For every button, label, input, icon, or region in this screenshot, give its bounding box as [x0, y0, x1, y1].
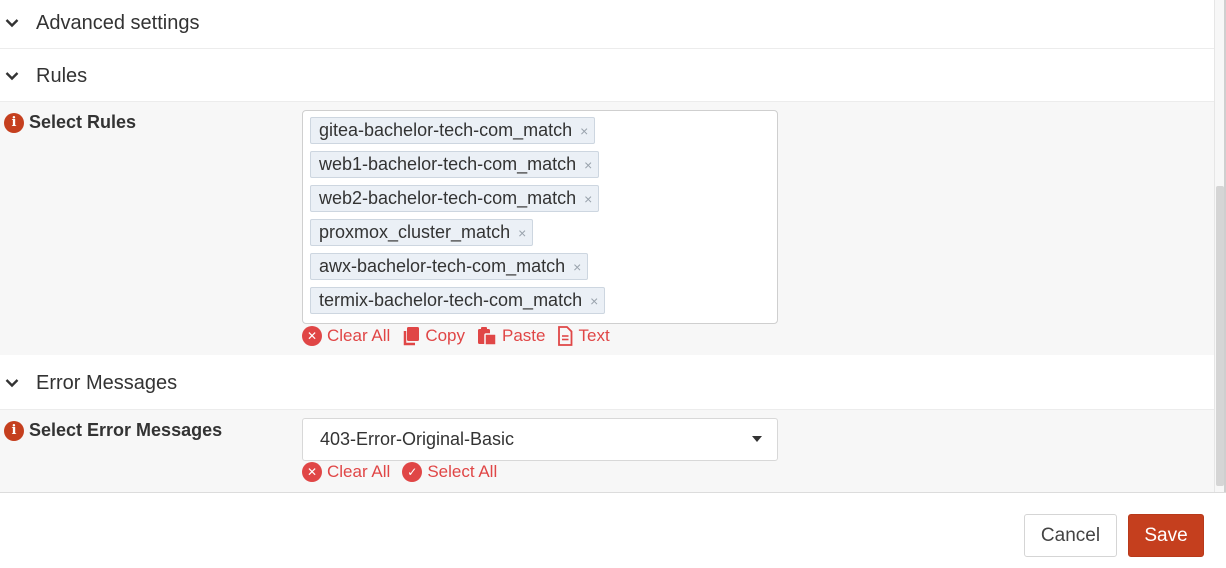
clear-all-errors-button[interactable]: ✕ Clear All	[302, 462, 390, 482]
remove-tag-icon[interactable]: ×	[573, 259, 581, 275]
field-label-text: Select Rules	[29, 112, 137, 132]
rules-actions: ✕ Clear All Copy Paste Text	[302, 326, 622, 346]
rule-tag-label: termix-bachelor-tech-com_match	[319, 290, 583, 310]
rule-tag-label: awx-bachelor-tech-com_match	[319, 256, 566, 276]
section-title: Error Messages	[36, 371, 178, 394]
copy-label: Copy	[425, 326, 465, 345]
scrollbar-thumb[interactable]	[1216, 186, 1224, 486]
clear-all-rules-button[interactable]: ✕ Clear All	[302, 326, 390, 346]
rule-tag-label: proxmox_cluster_match	[319, 222, 511, 242]
error-messages-select[interactable]: 403-Error-Original-Basic	[302, 418, 778, 461]
info-icon[interactable]: i	[4, 112, 24, 133]
select-error-messages-label: i Select Error Messages	[4, 420, 222, 441]
section-advanced-settings[interactable]: Advanced settings	[0, 0, 1214, 46]
settings-panel: Advanced settings Rules i Select Rules g…	[0, 0, 1214, 492]
text-rules-button[interactable]: Text	[557, 326, 610, 346]
chevron-down-icon	[5, 16, 19, 30]
text-label: Text	[578, 326, 610, 345]
clear-all-label: Clear All	[327, 326, 391, 345]
remove-tag-icon[interactable]: ×	[580, 123, 588, 139]
paste-label: Paste	[502, 326, 546, 345]
select-all-label: Select All	[427, 462, 498, 481]
error-actions: ✕ Clear All ✓ Select All	[302, 462, 509, 482]
rule-tag: web1-bachelor-tech-com_match ×	[310, 151, 600, 178]
rules-multiselect[interactable]: gitea-bachelor-tech-com_match × web1-bac…	[302, 110, 778, 324]
check-circle-icon: ✓	[402, 462, 423, 482]
remove-tag-icon[interactable]: ×	[584, 191, 592, 207]
selected-value: 403-Error-Original-Basic	[320, 429, 515, 449]
copy-icon	[402, 326, 420, 346]
select-rules-label: i Select Rules	[4, 112, 136, 133]
rule-tag: awx-bachelor-tech-com_match ×	[310, 253, 589, 280]
rule-tag: gitea-bachelor-tech-com_match ×	[310, 117, 596, 144]
rule-tag-label: web2-bachelor-tech-com_match	[319, 188, 577, 208]
remove-tag-icon[interactable]: ×	[518, 225, 526, 241]
section-title: Advanced settings	[36, 11, 200, 34]
field-label-text: Select Error Messages	[29, 420, 223, 440]
save-button[interactable]: Save	[1128, 514, 1204, 557]
divider	[0, 48, 1214, 49]
paste-rules-button[interactable]: Paste	[477, 326, 545, 346]
chevron-down-icon	[5, 376, 19, 390]
chevron-down-icon	[5, 69, 19, 83]
section-rules[interactable]: Rules	[0, 53, 1214, 99]
section-title: Rules	[36, 64, 88, 87]
rule-tag-label: web1-bachelor-tech-com_match	[319, 154, 577, 174]
select-all-errors-button[interactable]: ✓ Select All	[402, 462, 497, 482]
rule-tag-label: gitea-bachelor-tech-com_match	[319, 120, 573, 140]
rule-tag: web2-bachelor-tech-com_match ×	[310, 185, 600, 212]
clear-all-label: Clear All	[327, 462, 391, 481]
select-error-messages-row: i Select Error Messages 403-Error-Origin…	[0, 410, 1214, 492]
rule-tag: proxmox_cluster_match ×	[310, 219, 534, 246]
info-icon[interactable]: i	[4, 420, 24, 441]
paste-icon	[477, 326, 497, 346]
section-error-messages[interactable]: Error Messages	[0, 360, 1214, 406]
rule-tag: termix-bachelor-tech-com_match ×	[310, 287, 606, 314]
remove-tag-icon[interactable]: ×	[590, 293, 598, 309]
select-rules-row: i Select Rules gitea-bachelor-tech-com_m…	[0, 102, 1214, 355]
times-circle-icon: ✕	[302, 326, 322, 346]
remove-tag-icon[interactable]: ×	[584, 157, 592, 173]
caret-down-icon	[752, 436, 762, 442]
times-circle-icon: ✕	[302, 462, 322, 482]
copy-rules-button[interactable]: Copy	[402, 326, 465, 346]
cancel-button[interactable]: Cancel	[1024, 514, 1117, 557]
file-text-icon	[557, 326, 573, 346]
footer-divider	[0, 492, 1226, 493]
